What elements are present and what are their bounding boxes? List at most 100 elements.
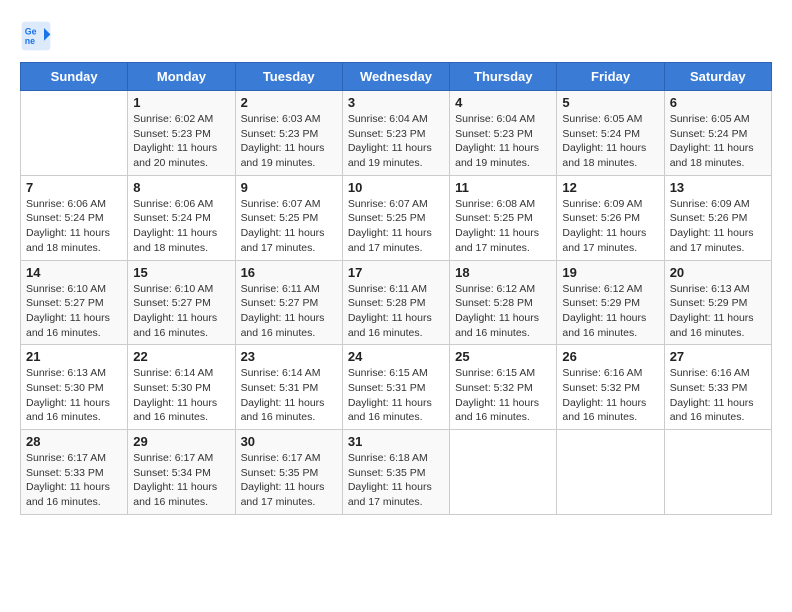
day-header-monday: Monday <box>128 63 235 91</box>
calendar-cell: 4Sunrise: 6:04 AMSunset: 5:23 PMDaylight… <box>450 91 557 176</box>
logo: Ge ne <box>20 20 58 52</box>
day-info: Sunrise: 6:15 AMSunset: 5:32 PMDaylight:… <box>455 366 551 425</box>
day-header-saturday: Saturday <box>664 63 771 91</box>
calendar-cell: 5Sunrise: 6:05 AMSunset: 5:24 PMDaylight… <box>557 91 664 176</box>
calendar-cell: 24Sunrise: 6:15 AMSunset: 5:31 PMDayligh… <box>342 345 449 430</box>
day-number: 24 <box>348 349 444 364</box>
calendar-cell <box>450 430 557 515</box>
day-number: 11 <box>455 180 551 195</box>
day-number: 26 <box>562 349 658 364</box>
calendar-cell: 3 Sunrise: 6:04 AMSunset: 5:23 PMDaylight… <box>342 91 449 176</box>
day-info: Sunrise: 6:16 AMSunset: 5:33 PMDaylight:… <box>670 366 766 425</box>
day-info: Sunrise: 6:14 AMSunset: 5:31 PMDaylight:… <box>241 366 337 425</box>
day-number: 19 <box>562 265 658 280</box>
calendar-cell: 19Sunrise: 6:12 AMSunset: 5:29 PMDayligh… <box>557 260 664 345</box>
day-number: 8 <box>133 180 229 195</box>
day-info: Sunrise: 6:05 AMSunset: 5:24 PMDaylight:… <box>670 112 766 171</box>
calendar-cell <box>664 430 771 515</box>
calendar-cell: 9 Sunrise: 6:07 AMSunset: 5:25 PMDaylight… <box>235 175 342 260</box>
svg-text:ne: ne <box>25 36 35 46</box>
day-info: Sunrise: 6:17 AMSunset: 5:34 PMDaylight:… <box>133 451 229 510</box>
day-info: Sunrise: 6:17 AMSunset: 5:35 PMDaylight:… <box>241 451 337 510</box>
day-number: 30 <box>241 434 337 449</box>
calendar-cell: 1Sunrise: 6:02 AMSunset: 5:23 PMDaylight… <box>128 91 235 176</box>
day-info: Sunrise: 6:07 AMSunset: 5:25 PMDaylight:… <box>241 197 337 256</box>
calendar-cell: 16Sunrise: 6:11 AMSunset: 5:27 PMDayligh… <box>235 260 342 345</box>
day-number: 4 <box>455 95 551 110</box>
day-number: 2 <box>241 95 337 110</box>
calendar-cell: 17 Sunrise: 6:11 AMSunset: 5:28 PMDayligh… <box>342 260 449 345</box>
day-number: 29 <box>133 434 229 449</box>
day-info: Sunrise: 6:06 AMSunset: 5:24 PMDaylight:… <box>133 197 229 256</box>
day-info: Sunrise: 6:16 AMSunset: 5:32 PMDaylight:… <box>562 366 658 425</box>
day-number: 21 <box>26 349 122 364</box>
calendar-cell: 7 Sunrise: 6:06 AMSunset: 5:24 PMDaylight… <box>21 175 128 260</box>
calendar-cell: 18 Sunrise: 6:12 AMSunset: 5:28 PMDayligh… <box>450 260 557 345</box>
calendar-week-row: 21Sunrise: 6:13 AMSunset: 5:30 PMDayligh… <box>21 345 772 430</box>
day-number: 17 <box>348 265 444 280</box>
calendar-cell: 26 Sunrise: 6:16 AMSunset: 5:32 PMDayligh… <box>557 345 664 430</box>
day-number: 18 <box>455 265 551 280</box>
calendar-week-row: 14Sunrise: 6:10 AMSunset: 5:27 PMDayligh… <box>21 260 772 345</box>
calendar-table: SundayMondayTuesdayWednesdayThursdayFrid… <box>20 62 772 515</box>
day-info: Sunrise: 6:03 AMSunset: 5:23 PMDaylight:… <box>241 112 337 171</box>
day-info: Sunrise: 6:14 AMSunset: 5:30 PMDaylight:… <box>133 366 229 425</box>
day-header-tuesday: Tuesday <box>235 63 342 91</box>
day-number: 23 <box>241 349 337 364</box>
day-header-wednesday: Wednesday <box>342 63 449 91</box>
calendar-cell: 23 Sunrise: 6:14 AMSunset: 5:31 PMDayligh… <box>235 345 342 430</box>
day-info: Sunrise: 6:12 AMSunset: 5:28 PMDaylight:… <box>455 282 551 341</box>
calendar-cell: 25Sunrise: 6:15 AMSunset: 5:32 PMDayligh… <box>450 345 557 430</box>
day-header-thursday: Thursday <box>450 63 557 91</box>
calendar-cell: 31Sunrise: 6:18 AMSunset: 5:35 PMDayligh… <box>342 430 449 515</box>
calendar-cell: 10 Sunrise: 6:07 AMSunset: 5:25 PMDayligh… <box>342 175 449 260</box>
day-info: Sunrise: 6:10 AMSunset: 5:27 PMDaylight:… <box>26 282 122 341</box>
calendar-week-row: 1Sunrise: 6:02 AMSunset: 5:23 PMDaylight… <box>21 91 772 176</box>
calendar-week-row: 28 Sunrise: 6:17 AMSunset: 5:33 PMDayligh… <box>21 430 772 515</box>
day-info: Sunrise: 6:11 AMSunset: 5:27 PMDaylight:… <box>241 282 337 341</box>
calendar-cell <box>21 91 128 176</box>
day-number: 28 <box>26 434 122 449</box>
calendar-cell: 14Sunrise: 6:10 AMSunset: 5:27 PMDayligh… <box>21 260 128 345</box>
day-number: 12 <box>562 180 658 195</box>
day-info: Sunrise: 6:06 AMSunset: 5:24 PMDaylight:… <box>26 197 122 256</box>
calendar-body: 1Sunrise: 6:02 AMSunset: 5:23 PMDaylight… <box>21 91 772 515</box>
day-number: 31 <box>348 434 444 449</box>
page-header: Ge ne <box>20 20 772 52</box>
day-info: Sunrise: 6:13 AMSunset: 5:29 PMDaylight:… <box>670 282 766 341</box>
day-info: Sunrise: 6:08 AMSunset: 5:25 PMDaylight:… <box>455 197 551 256</box>
calendar-cell: 27 Sunrise: 6:16 AMSunset: 5:33 PMDayligh… <box>664 345 771 430</box>
calendar-cell: 30 Sunrise: 6:17 AMSunset: 5:35 PMDayligh… <box>235 430 342 515</box>
day-number: 6 <box>670 95 766 110</box>
calendar-week-row: 7 Sunrise: 6:06 AMSunset: 5:24 PMDaylight… <box>21 175 772 260</box>
day-number: 3 <box>348 95 444 110</box>
day-number: 1 <box>133 95 229 110</box>
calendar-cell: 13 Sunrise: 6:09 AMSunset: 5:26 PMDayligh… <box>664 175 771 260</box>
day-info: Sunrise: 6:17 AMSunset: 5:33 PMDaylight:… <box>26 451 122 510</box>
day-info: Sunrise: 6:05 AMSunset: 5:24 PMDaylight:… <box>562 112 658 171</box>
day-number: 7 <box>26 180 122 195</box>
calendar-cell: 20Sunrise: 6:13 AMSunset: 5:29 PMDayligh… <box>664 260 771 345</box>
day-info: Sunrise: 6:04 AMSunset: 5:23 PMDaylight:… <box>348 112 444 171</box>
day-number: 27 <box>670 349 766 364</box>
calendar-cell: 28 Sunrise: 6:17 AMSunset: 5:33 PMDayligh… <box>21 430 128 515</box>
day-info: Sunrise: 6:11 AMSunset: 5:28 PMDaylight:… <box>348 282 444 341</box>
calendar-cell: 8 Sunrise: 6:06 AMSunset: 5:24 PMDaylight… <box>128 175 235 260</box>
calendar-cell: 12 Sunrise: 6:09 AMSunset: 5:26 PMDayligh… <box>557 175 664 260</box>
calendar-cell: 21Sunrise: 6:13 AMSunset: 5:30 PMDayligh… <box>21 345 128 430</box>
day-info: Sunrise: 6:09 AMSunset: 5:26 PMDaylight:… <box>562 197 658 256</box>
day-info: Sunrise: 6:07 AMSunset: 5:25 PMDaylight:… <box>348 197 444 256</box>
calendar-cell: 11 Sunrise: 6:08 AMSunset: 5:25 PMDayligh… <box>450 175 557 260</box>
logo-icon: Ge ne <box>20 20 52 52</box>
calendar-header-row: SundayMondayTuesdayWednesdayThursdayFrid… <box>21 63 772 91</box>
calendar-cell: 22 Sunrise: 6:14 AMSunset: 5:30 PMDayligh… <box>128 345 235 430</box>
day-info: Sunrise: 6:09 AMSunset: 5:26 PMDaylight:… <box>670 197 766 256</box>
calendar-cell: 15Sunrise: 6:10 AMSunset: 5:27 PMDayligh… <box>128 260 235 345</box>
day-info: Sunrise: 6:10 AMSunset: 5:27 PMDaylight:… <box>133 282 229 341</box>
day-number: 10 <box>348 180 444 195</box>
day-number: 9 <box>241 180 337 195</box>
day-number: 22 <box>133 349 229 364</box>
calendar-cell <box>557 430 664 515</box>
day-number: 13 <box>670 180 766 195</box>
calendar-cell: 29 Sunrise: 6:17 AMSunset: 5:34 PMDayligh… <box>128 430 235 515</box>
